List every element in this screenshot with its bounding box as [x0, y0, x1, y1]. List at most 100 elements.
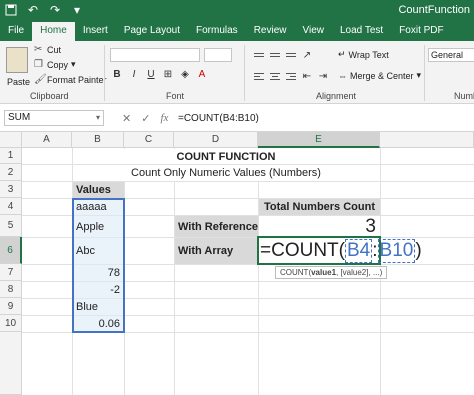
row-header-2[interactable]: 2	[0, 164, 22, 181]
tab-page-layout[interactable]: Page Layout	[116, 22, 188, 41]
tab-file[interactable]: File	[0, 22, 32, 41]
sheet-title[interactable]: COUNT FUNCTION	[73, 149, 379, 164]
with-array-label[interactable]: With Array	[175, 238, 258, 264]
row-header-9[interactable]: 9	[0, 298, 22, 315]
tab-view[interactable]: View	[294, 22, 332, 41]
merge-center-button[interactable]: ⇔ Merge & Center ▾	[338, 70, 421, 81]
quick-access-toolbar: ↶ ↷ ▾	[4, 3, 84, 17]
orientation-icon[interactable]: ↗	[300, 48, 314, 62]
row-header-3[interactable]: 3	[0, 181, 22, 198]
underline-icon[interactable]: U	[144, 67, 158, 81]
customize-qat-icon[interactable]: ▾	[70, 3, 84, 17]
column-header-d[interactable]: D	[174, 132, 258, 148]
borders-icon[interactable]: ⊞	[161, 67, 175, 81]
column-header-c[interactable]: C	[124, 132, 174, 148]
chevron-down-icon: ▾	[416, 70, 422, 80]
value-cell-b7[interactable]: 78	[73, 265, 124, 281]
cancel-icon[interactable]: ✕	[122, 112, 131, 125]
column-header-e[interactable]: E	[258, 132, 380, 148]
wrap-text-icon: ↵	[338, 49, 346, 59]
chevron-down-icon[interactable]: ▾	[96, 111, 100, 125]
column-header-b[interactable]: B	[72, 132, 124, 148]
tab-home[interactable]: Home	[32, 22, 75, 41]
align-top-icon[interactable]	[252, 48, 266, 62]
name-box[interactable]: SUM ▾	[4, 110, 104, 126]
font-color-icon[interactable]: A	[195, 67, 209, 81]
tab-formulas[interactable]: Formulas	[188, 22, 246, 41]
row-header-4[interactable]: 4	[0, 198, 22, 215]
align-left-icon[interactable]	[252, 69, 266, 83]
tab-load-test[interactable]: Load Test	[332, 22, 391, 41]
cell-formula-edit[interactable]: =COUNT(B4: B10)	[260, 238, 422, 264]
paste-icon[interactable]	[6, 47, 28, 73]
copy-button[interactable]: ❐ Copy ▾	[34, 59, 76, 70]
value-cell-b5[interactable]: Apple	[73, 216, 124, 237]
insert-function-icon[interactable]: fx	[160, 112, 168, 125]
reference-result[interactable]: 3	[259, 216, 380, 237]
align-right-icon[interactable]	[284, 69, 298, 83]
sheet-subtitle[interactable]: Count Only Numeric Values (Numbers)	[73, 165, 379, 181]
enter-icon[interactable]: ✓	[141, 112, 150, 125]
row-header-5[interactable]: 5	[0, 215, 22, 237]
wrap-text-label: Wrap Text	[348, 49, 389, 60]
increase-indent-icon[interactable]: ⇥	[316, 69, 330, 83]
paste-button[interactable]: Paste	[7, 77, 30, 87]
undo-icon[interactable]: ↶	[26, 3, 40, 17]
decrease-indent-icon[interactable]: ⇤	[300, 69, 314, 83]
value-cell-b10[interactable]: 0.06	[73, 316, 124, 332]
ribbon: Paste ✂ Cut ❐ Copy ▾ 🖌 Format Painter Cl…	[0, 41, 474, 104]
value-cell-b6[interactable]: Abc	[73, 238, 124, 264]
row-header-empty	[0, 332, 22, 395]
column-header-f[interactable]	[380, 132, 474, 148]
format-painter-button[interactable]: 🖌 Format Painter	[34, 74, 107, 85]
formula-ref-start: B4	[344, 239, 373, 263]
clipboard-group-label: Clipboard	[30, 91, 69, 101]
select-all-corner[interactable]	[0, 132, 22, 148]
formula-bar: SUM ▾ ✕ ✓ fx =COUNT(B4:B10)	[0, 104, 474, 132]
value-cell-b8[interactable]: -2	[73, 282, 124, 298]
number-group-label: Numb	[454, 91, 474, 101]
tooltip-arg: value1	[311, 268, 337, 277]
gridline	[174, 148, 175, 395]
vertical-align-row: ↗	[252, 48, 314, 62]
bold-icon[interactable]: B	[110, 67, 124, 81]
fill-color-icon[interactable]: ◈	[178, 67, 192, 81]
column-header-a[interactable]: A	[22, 132, 72, 148]
align-bottom-icon[interactable]	[284, 48, 298, 62]
wrap-text-button[interactable]: ↵ Wrap Text	[338, 49, 389, 60]
tooltip-fn: COUNT(	[280, 268, 312, 277]
row-header-6[interactable]: 6	[0, 237, 22, 264]
divider	[244, 45, 245, 101]
value-cell-b4[interactable]: aaaaa	[73, 199, 124, 215]
row-header-7[interactable]: 7	[0, 264, 22, 281]
row-header-1[interactable]: 1	[0, 148, 22, 164]
cut-button[interactable]: ✂ Cut	[34, 44, 61, 55]
divider	[104, 45, 105, 101]
brush-icon: 🖌	[34, 74, 47, 85]
align-middle-icon[interactable]	[268, 48, 282, 62]
worksheet-grid: A B C D E 1 2 3 4 5 6 7 8 9 10 COUNT FUN…	[0, 132, 474, 395]
row-header-10[interactable]: 10	[0, 315, 22, 332]
formula-suffix: )	[415, 240, 422, 261]
title-bar: ↶ ↷ ▾ CountFunction	[0, 0, 474, 22]
font-name-dropdown[interactable]	[110, 48, 200, 62]
tab-insert[interactable]: Insert	[75, 22, 116, 41]
with-reference-label[interactable]: With Reference	[175, 216, 258, 237]
italic-icon[interactable]: I	[127, 67, 141, 81]
font-size-dropdown[interactable]	[204, 48, 232, 62]
save-icon[interactable]	[4, 3, 18, 17]
value-cell-b9[interactable]: Blue	[73, 299, 124, 315]
alignment-group-label: Alignment	[316, 91, 357, 101]
align-center-icon[interactable]	[268, 69, 282, 83]
tooltip-rest: , [value2], ...)	[336, 268, 383, 277]
font-group-label: Font	[166, 91, 185, 101]
row-header-8[interactable]: 8	[0, 281, 22, 298]
formula-input[interactable]: =COUNT(B4:B10)	[178, 113, 259, 124]
gridline	[258, 148, 259, 395]
values-header[interactable]: Values	[73, 182, 124, 198]
number-format-dropdown[interactable]: General	[428, 48, 474, 62]
tab-review[interactable]: Review	[246, 22, 295, 41]
tab-foxit-pdf[interactable]: Foxit PDF	[391, 22, 451, 41]
redo-icon[interactable]: ↷	[48, 3, 62, 17]
total-count-header[interactable]: Total Numbers Count	[259, 199, 380, 215]
